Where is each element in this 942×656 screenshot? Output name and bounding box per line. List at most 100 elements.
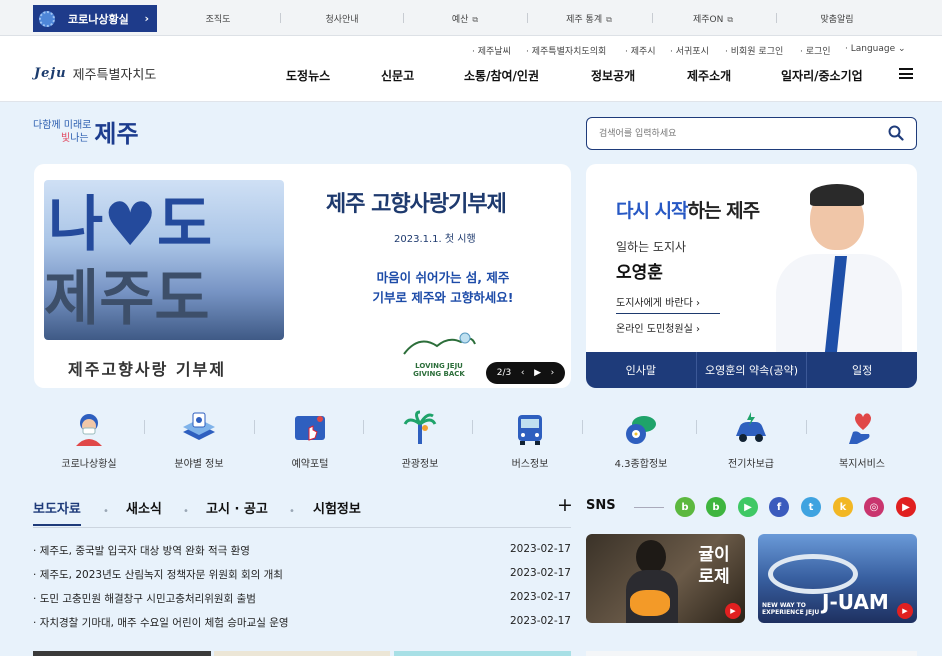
quick-welfare[interactable]: 복지서비스 <box>817 410 907 470</box>
quick-field-info[interactable]: 분야별 정보 <box>154 410 244 470</box>
main-banner[interactable]: 나♥도 제주도 제주고향사랑 기부제 제주 고향사랑기부제 2023.1.1. … <box>34 164 571 388</box>
news-date: 2023-02-17 <box>509 543 571 555</box>
news-date: 2023-02-17 <box>509 591 571 603</box>
banner-subtitle: 제주고향사랑 기부제 <box>68 360 227 379</box>
quick-covid-label: 코로나상황실 <box>61 459 117 470</box>
youtube-icon[interactable]: ▶ <box>896 497 916 517</box>
tab-greeting[interactable]: 인사말 <box>586 352 697 388</box>
tab-notices[interactable]: 고시 · 공고 <box>206 498 268 517</box>
quick-april-3[interactable]: 4.3종합정보 <box>596 410 686 470</box>
search-box <box>586 117 917 150</box>
play-icon[interactable]: ▶ <box>534 368 541 378</box>
governor-panel: 다시 시작하는 제주 일하는 도지사 오영훈 도지사에게 바란다 › 온라인 도… <box>586 164 917 388</box>
tab-exam-info[interactable]: 시험정보 <box>313 498 361 517</box>
tab-press-release[interactable]: 보도자료 <box>33 498 81 526</box>
toplink-org-chart[interactable]: 조직도 <box>158 12 278 25</box>
nav-item-sinmungo[interactable]: 신문고 <box>381 67 414 84</box>
prev-icon[interactable]: ‹ <box>521 368 525 378</box>
util-login-label: 로그인 <box>805 47 831 57</box>
hamburger-menu-icon[interactable] <box>899 68 913 79</box>
link-request-governor[interactable]: 도지사에게 바란다 › <box>616 294 720 314</box>
tab-promises[interactable]: 오영훈의 약속(공약) <box>697 352 808 388</box>
util-link-weather[interactable]: · 제주날씨 <box>472 44 511 57</box>
tab-dot: • <box>103 506 109 517</box>
instagram-icon[interactable]: ◎ <box>864 497 884 517</box>
giving-back-line2: GIVING BACK <box>413 370 465 378</box>
twitter-icon[interactable]: t <box>801 497 821 517</box>
tab-schedule[interactable]: 일정 <box>807 352 917 388</box>
toplink-jeju-on-label: 제주ON <box>692 15 724 25</box>
next-section-edge <box>33 651 211 656</box>
toplink-custom-alert[interactable]: 맞춤알림 <box>777 12 897 25</box>
list-item[interactable]: · 자치경찰 기마대, 매주 수요일 어린이 체험 승마교실 운영 2023-02… <box>33 615 571 630</box>
toplink-jeju-on[interactable]: 제주ON ⧉ <box>653 12 773 25</box>
tab-dot: • <box>289 506 295 517</box>
slogan-big: 제주 <box>94 120 139 148</box>
divider <box>403 13 404 23</box>
next-section-edge <box>586 651 917 656</box>
thumb1-caption: 귤이 로제 <box>698 545 730 587</box>
touch-screen-icon <box>291 410 329 448</box>
list-item[interactable]: · 도민 고충민원 해결창구 시민고충처리위원회 출범 2023-02-17 <box>33 591 571 606</box>
nav-item-information[interactable]: 정보공개 <box>591 67 635 84</box>
kakao-icon[interactable]: k <box>833 497 853 517</box>
news-date: 2023-02-17 <box>509 567 571 579</box>
covid-situation-button[interactable]: 코로나상황실 › <box>33 5 157 32</box>
util-link-jeju-city[interactable]: · 제주시 <box>625 44 656 57</box>
util-link-guest-login[interactable]: · 비회원 로그인 <box>725 44 783 57</box>
language-label: Language <box>850 44 896 54</box>
util-seogwipo-label: 서귀포시 <box>675 47 709 57</box>
list-item[interactable]: · 제주도, 2023년도 산림녹지 정책자문 위원회 회의 개최 2023-02… <box>33 567 571 582</box>
news-title: 자치경찰 기마대, 매주 수요일 어린이 체험 승마교실 운영 <box>39 617 289 629</box>
quick-bus[interactable]: 버스정보 <box>485 410 575 470</box>
divider <box>582 420 583 434</box>
nav-item-communication[interactable]: 소통/참여/인권 <box>464 67 539 84</box>
quick-april-3-label: 4.3종합정보 <box>614 459 668 470</box>
next-icon[interactable]: › <box>551 368 555 378</box>
search-icon[interactable] <box>888 125 904 141</box>
sns-thumb-2[interactable]: NEW WAY TO EXPERIENCE JEJU J-UAM ▶ <box>758 534 917 623</box>
util-link-login[interactable]: · 로그인 <box>800 44 831 57</box>
giving-back-logo: LOVING JEJU GIVING BACK <box>394 332 484 378</box>
language-selector[interactable]: · Language ⌄ <box>845 44 906 54</box>
blog-icon[interactable]: b <box>675 497 695 517</box>
divider <box>280 13 281 23</box>
util-link-seogwipo[interactable]: · 서귀포시 <box>670 44 709 57</box>
covid-button-label: 코로나상황실 <box>68 12 129 26</box>
quick-covid[interactable]: 코로나상황실 <box>44 410 134 470</box>
nav-item-about-jeju[interactable]: 제주소개 <box>687 67 731 84</box>
site-logo[interactable]: Jeju 제주특별자치도 <box>34 64 156 83</box>
play-icon[interactable]: ▶ <box>725 603 741 619</box>
util-link-council[interactable]: · 제주특별자치도의회 <box>526 44 606 57</box>
quick-reservation[interactable]: 예약포털 <box>265 410 355 470</box>
sns-title: SNS <box>586 498 616 513</box>
tv-icon[interactable]: ▶ <box>738 497 758 517</box>
quick-tourism[interactable]: 관광정보 <box>375 410 465 470</box>
chevron-right-icon: › <box>144 12 149 25</box>
list-item[interactable]: · 제주도, 중국발 입국자 대상 방역 완화 적극 환영 2023-02-17 <box>33 543 571 558</box>
quick-ev[interactable]: 전기차보급 <box>706 410 796 470</box>
online-petition-label: 온라인 도민청원실 <box>616 324 693 335</box>
governor-title-rest: 하는 제주 <box>687 200 761 222</box>
nav-item-news[interactable]: 도정뉴스 <box>286 67 330 84</box>
facebook-icon[interactable]: f <box>769 497 789 517</box>
band-icon[interactable]: b <box>706 497 726 517</box>
external-link-icon: ⧉ <box>727 15 734 24</box>
link-online-petition[interactable]: 온라인 도민청원실 › <box>616 320 720 339</box>
info-layers-icon <box>180 410 218 448</box>
toplink-budget[interactable]: 예산 ⧉ <box>405 12 525 25</box>
governor-photo <box>766 184 906 354</box>
play-icon[interactable]: ▶ <box>897 603 913 619</box>
search-input[interactable] <box>587 118 867 149</box>
governor-tabs: 인사말 오영훈의 약속(공약) 일정 <box>586 352 917 388</box>
tab-new-news[interactable]: 새소식 <box>126 498 162 517</box>
governor-name: 오영훈 <box>616 263 663 283</box>
more-plus-icon[interactable]: + <box>557 494 573 516</box>
sns-thumb-1[interactable]: 귤이 로제 ▶ <box>586 534 745 623</box>
governor-role: 일하는 도지사 <box>616 240 687 254</box>
nav-item-jobs[interactable]: 일자리/중소기업 <box>781 67 863 84</box>
heart-hand-icon <box>843 410 881 448</box>
toplink-statistics[interactable]: 제주 통계 ⧉ <box>529 12 649 25</box>
toplink-office-guide[interactable]: 청사안내 <box>282 12 402 25</box>
quick-welfare-label: 복지서비스 <box>839 459 885 470</box>
